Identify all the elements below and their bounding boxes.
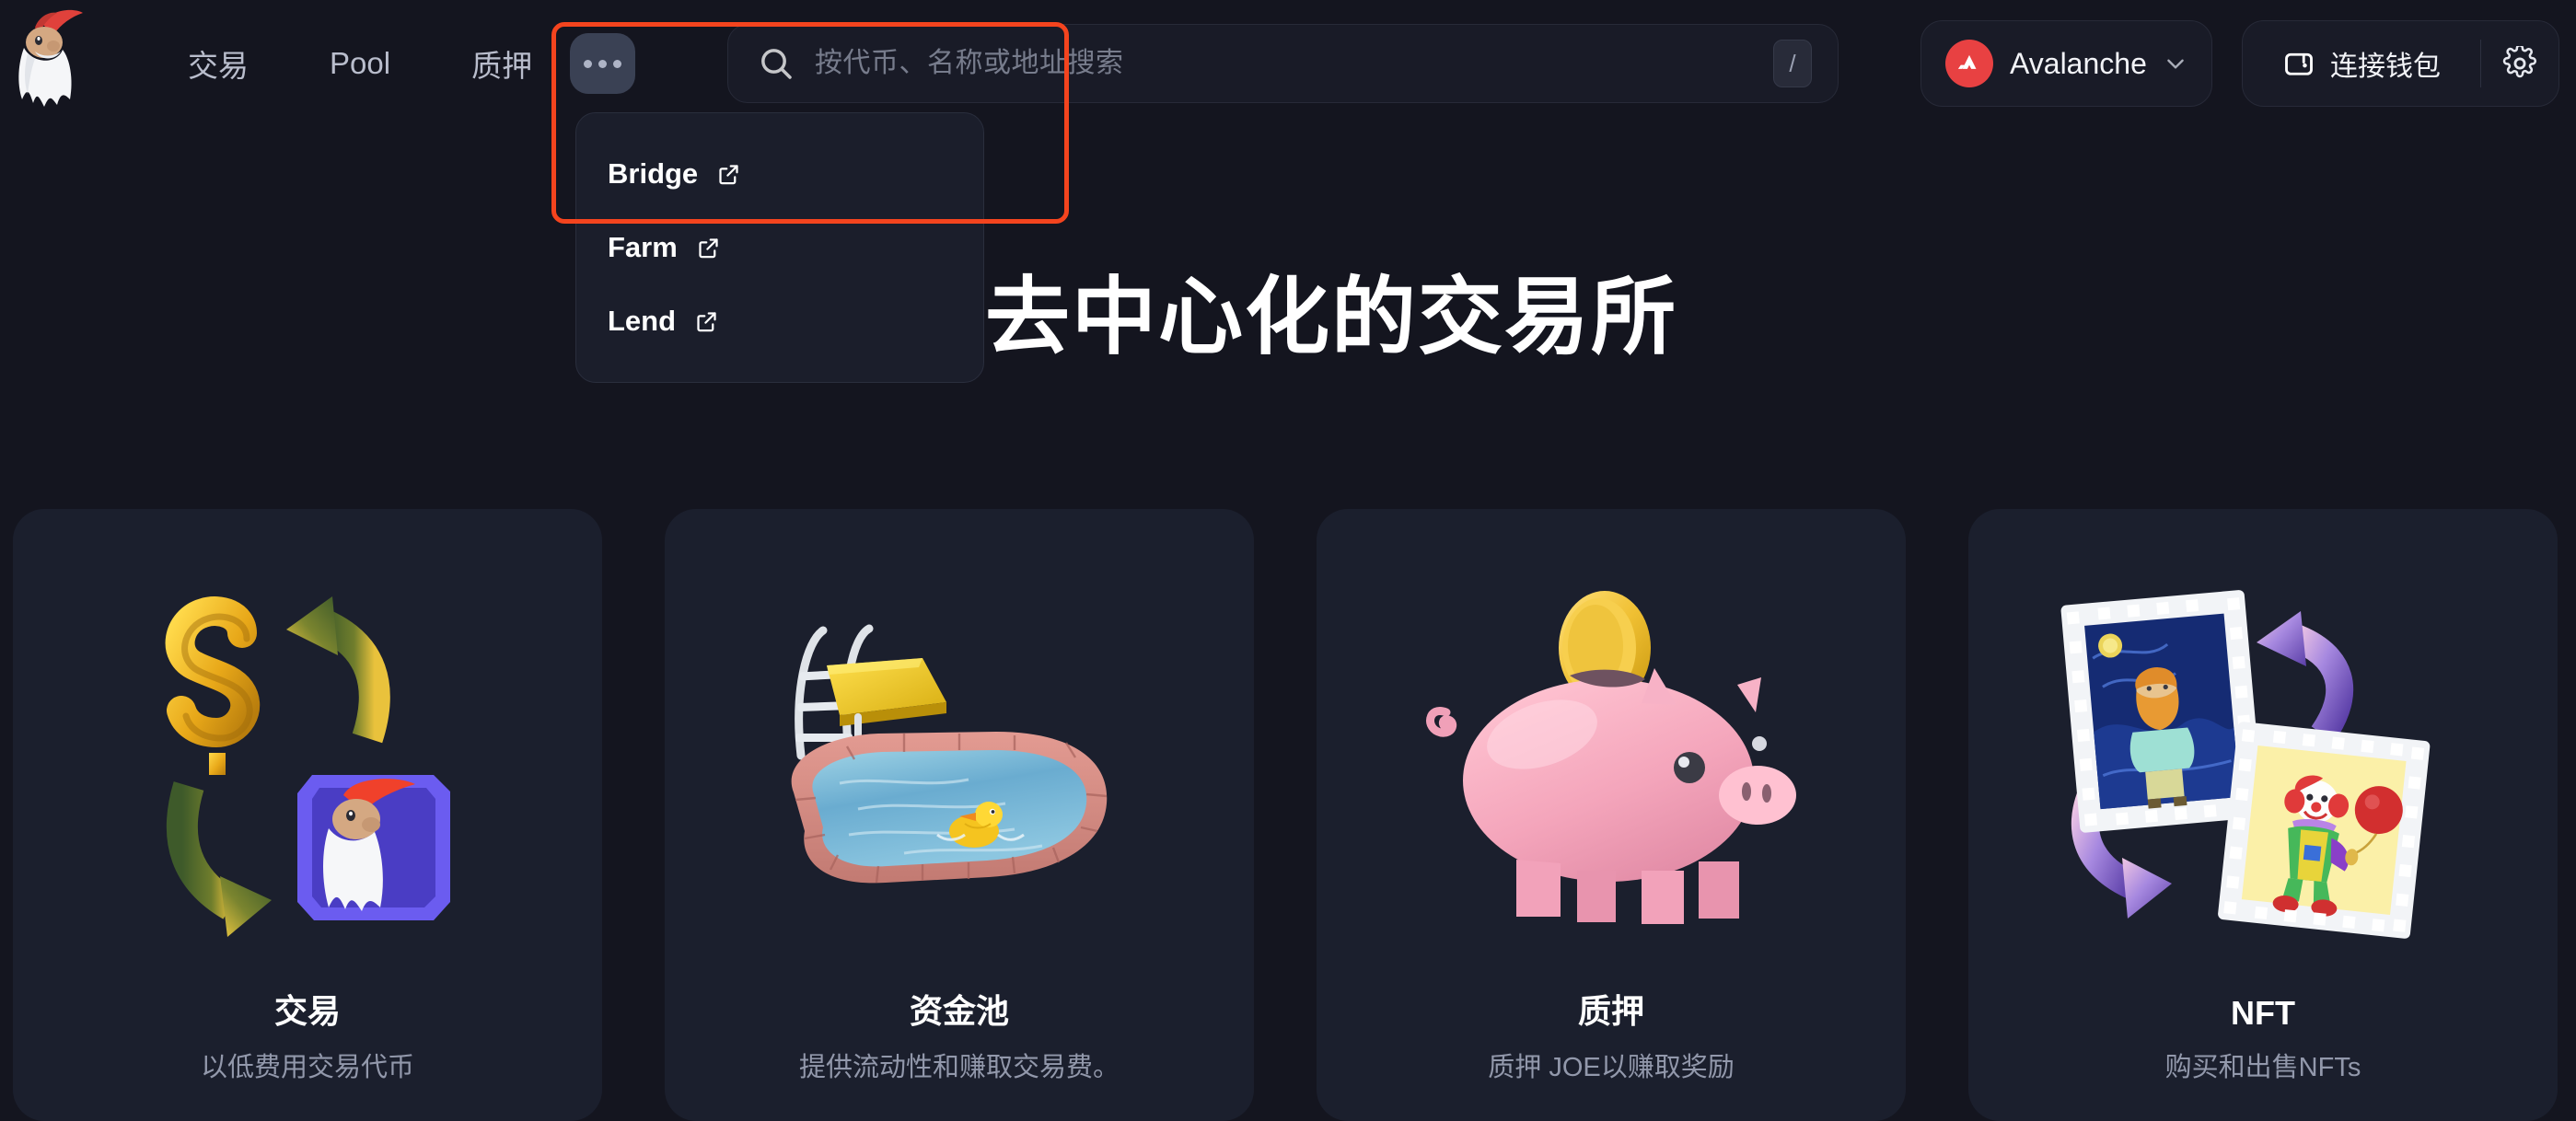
hero-section: 式去中心化的交易所 (0, 271, 2576, 364)
wallet-icon (2285, 52, 2313, 75)
feature-card-title: 质押 (1577, 992, 1644, 1030)
dropdown-item-lend[interactable]: Lend (576, 284, 983, 358)
feature-card-subtitle: 提供流动性和赚取交易费。 (798, 1053, 1120, 1082)
feature-card-subtitle: 以低费用交易代币 (200, 1053, 414, 1082)
external-link-icon (719, 164, 738, 184)
ellipsis-dot-icon (598, 59, 607, 68)
feature-card-title: 交易 (273, 992, 341, 1030)
chain-name-label: Avalanche (2010, 46, 2147, 80)
swimming-pool-illustration (665, 509, 1254, 985)
feature-card-subtitle: 购买和出售NFTs (2164, 1053, 2361, 1082)
connect-wallet-button[interactable]: 连接钱包 (2243, 21, 2480, 106)
settings-button[interactable] (2481, 21, 2559, 106)
dropdown-item-farm[interactable]: Farm (576, 211, 983, 284)
external-link-icon (699, 237, 718, 258)
more-dropdown-menu: Bridge Farm Lend (575, 112, 984, 383)
wallet-group: 连接钱包 (2242, 20, 2559, 107)
ellipsis-dot-icon (584, 59, 592, 68)
feature-card-subtitle: 质押 JOE以赚取奖励 (1488, 1053, 1735, 1082)
feature-card-trade[interactable]: 交易 以低费用交易代币 (13, 509, 602, 1121)
dollar-swap-illustration (13, 509, 602, 985)
search-icon (761, 49, 792, 79)
feature-card-stake[interactable]: 质押 质押 JOE以赚取奖励 (1317, 509, 1906, 1121)
top-header: 交易 Pool 质押 / Avalanche (0, 0, 2576, 127)
feature-card-nft[interactable]: NFT 购买和出售NFTs (1968, 509, 2558, 1121)
nav-item-trade[interactable]: 交易 (147, 41, 289, 86)
chevron-down-icon (2167, 59, 2184, 69)
gear-icon (2502, 46, 2536, 78)
dropdown-item-bridge[interactable]: Bridge (576, 137, 983, 211)
feature-card-title: NFT (2231, 994, 2295, 1032)
joe-wizard-logo[interactable] (7, 7, 92, 110)
search-shortcut-key: / (1773, 40, 1812, 87)
search-bar[interactable]: / (727, 24, 1839, 103)
dropdown-item-label: Bridge (608, 157, 699, 190)
nft-swap-illustration (1968, 509, 2558, 994)
page-title: 式去中心化的交易所 (898, 271, 1677, 364)
search-input[interactable] (815, 48, 1773, 79)
chain-selector-button[interactable]: Avalanche (1920, 20, 2212, 107)
feature-card-grid: 交易 以低费用交易代币 资金池 提供流动性和赚取交易费。 质押 质押 JOE以赚… (13, 509, 2563, 1121)
more-menu-button[interactable] (570, 33, 635, 94)
dropdown-item-label: Lend (608, 305, 677, 337)
main-nav: 交易 Pool 质押 (147, 0, 573, 127)
nav-item-stake[interactable]: 质押 (431, 41, 573, 86)
nav-item-pool[interactable]: Pool (289, 46, 431, 81)
avalanche-logo-icon (1945, 40, 1993, 87)
dropdown-item-label: Farm (608, 231, 678, 263)
connect-wallet-label: 连接钱包 (2330, 52, 2441, 82)
external-link-icon (697, 311, 716, 331)
piggy-bank-illustration (1317, 509, 1906, 985)
feature-card-title: 资金池 (909, 992, 1009, 1030)
ellipsis-dot-icon (613, 59, 621, 68)
feature-card-pool[interactable]: 资金池 提供流动性和赚取交易费。 (665, 509, 1254, 1121)
